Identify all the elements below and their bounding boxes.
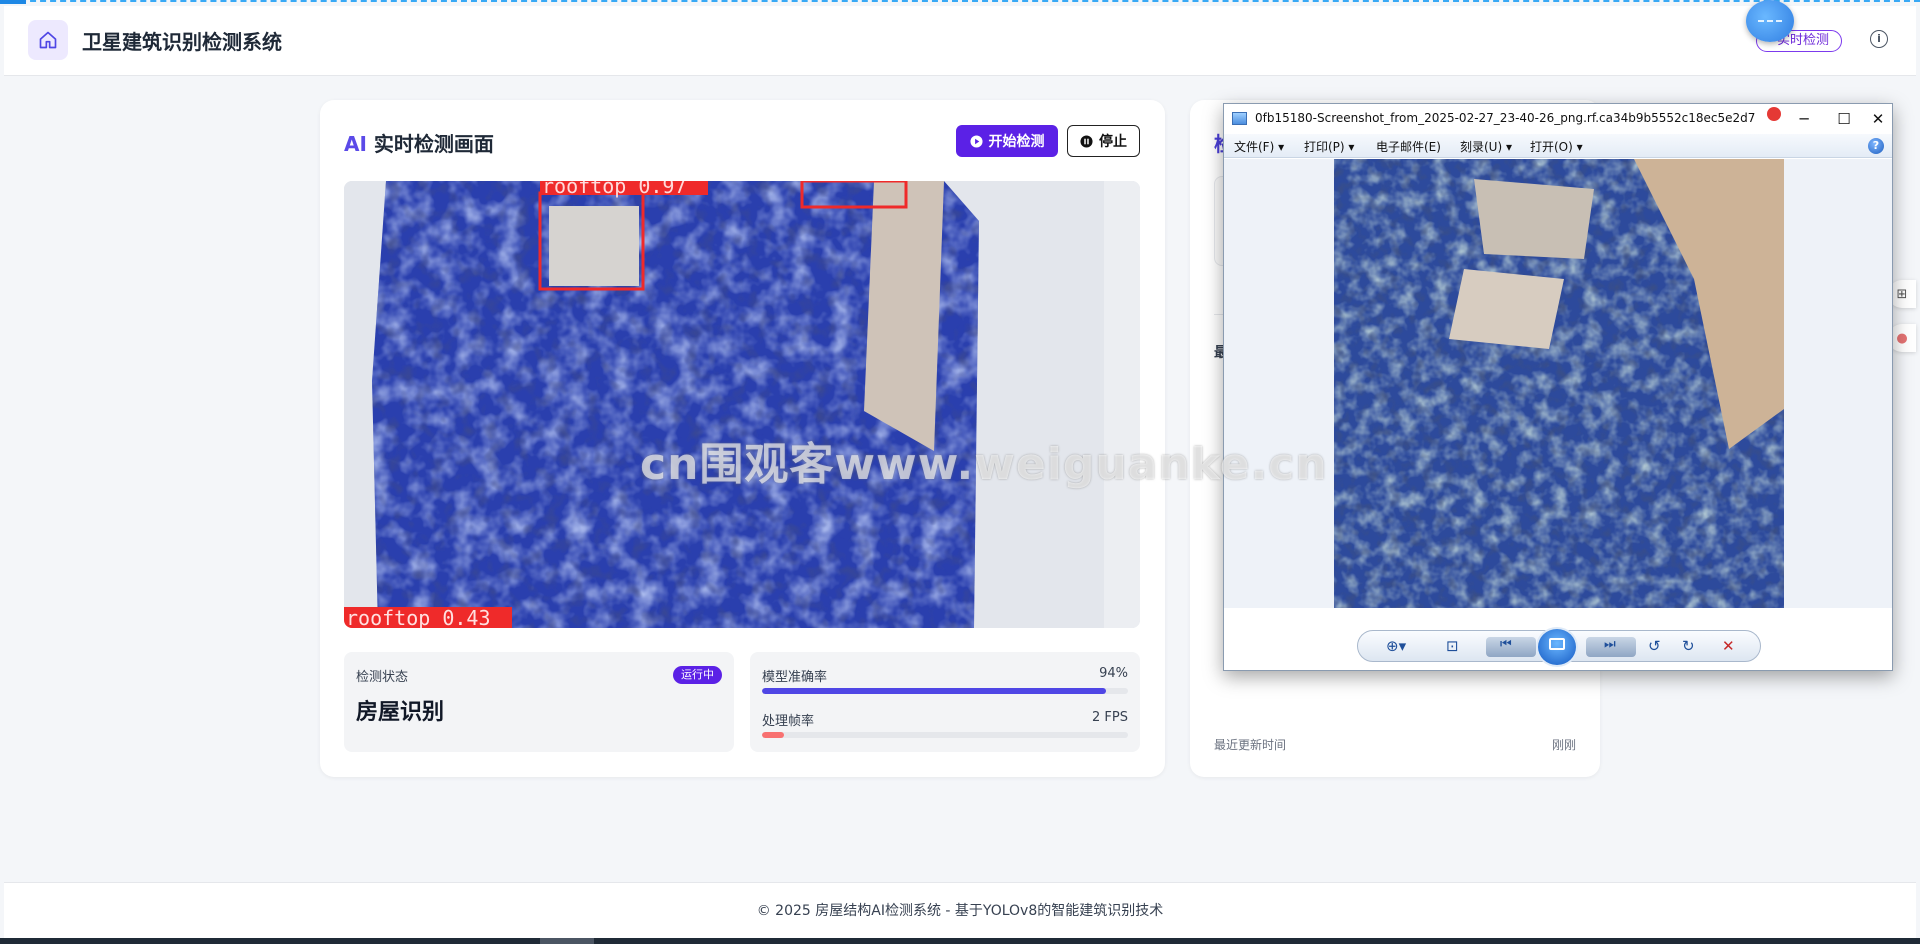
- menu-email-label: 电子邮件(E): [1376, 140, 1441, 154]
- top-dashed-border: [0, 0, 1920, 4]
- title-ai-prefix: AI: [344, 132, 367, 156]
- menu-open[interactable]: 打开(O) ▾: [1530, 138, 1583, 155]
- accuracy-bar-track: [762, 688, 1128, 694]
- metric-fps: 处理帧率 2 FPS: [762, 710, 1128, 738]
- zoom-icon[interactable]: ⊕▾: [1386, 635, 1406, 657]
- page-footer: © 2025 房屋结构AI检测系统 - 基于YOLOv8的智能建筑识别技术: [4, 882, 1916, 938]
- previous-button[interactable]: ⏮: [1486, 637, 1536, 657]
- start-detection-button[interactable]: 开始检测: [956, 125, 1058, 157]
- viewer-title: 0fb15180-Screenshot_from_2025-02-27_23-4…: [1255, 111, 1755, 125]
- photo-viewer-window[interactable]: 0fb15180-Screenshot_from_2025-02-27_23-4…: [1223, 103, 1893, 671]
- next-icon: ⏭: [1604, 637, 1616, 652]
- last-updated-value: 刚刚: [1551, 738, 1576, 752]
- detection-label-1: rooftop 0.97: [542, 181, 687, 198]
- minimize-icon[interactable]: ─: [1784, 108, 1824, 130]
- app-header: 卫星建筑识别检测系统 实时检测 i: [4, 6, 1916, 76]
- help-icon[interactable]: ?: [1868, 138, 1884, 154]
- metric-accuracy-label: 模型准确率: [762, 670, 828, 685]
- metric-accuracy: 模型准确率 94%: [762, 666, 1128, 694]
- fps-bar-track: [762, 732, 1128, 738]
- metric-accuracy-value: 94%: [1099, 666, 1128, 681]
- title-text: 实时检测画面: [366, 132, 494, 156]
- play-circle-icon: [969, 134, 983, 148]
- menu-file-label: 文件(F): [1234, 140, 1275, 154]
- accuracy-bar-fill: [762, 688, 1107, 694]
- menu-open-label: 打开(O): [1530, 140, 1573, 154]
- stop-label: 停止: [1099, 134, 1127, 150]
- status-value: 房屋识别: [356, 700, 445, 725]
- metrics-panel: 模型准确率 94% 处理帧率 2 FPS: [750, 652, 1140, 752]
- taskbar-active-segment: [540, 938, 594, 944]
- status-badge: 运行中: [673, 666, 722, 684]
- watermark-text: cn围观客www.weiguanke.cn: [640, 439, 1328, 490]
- stop-button[interactable]: 停止: [1067, 125, 1140, 157]
- top-progress-strip: [0, 0, 26, 4]
- detection-card-title: AI 实时检测画面: [344, 128, 494, 157]
- menu-file[interactable]: 文件(F) ▾: [1234, 138, 1284, 155]
- start-detection-label: 开始检测: [988, 134, 1045, 150]
- satellite-frame: rooftop 0.97 rooftop 0.43: [344, 181, 1140, 628]
- photo-viewer-app-icon: [1232, 112, 1247, 125]
- notification-bell-icon[interactable]: [1767, 107, 1781, 121]
- floating-assistant-ball[interactable]: [1746, 0, 1794, 42]
- previous-icon: ⏮: [1500, 637, 1512, 652]
- viewer-titlebar[interactable]: 0fb15180-Screenshot_from_2025-02-27_23-4…: [1224, 104, 1892, 134]
- rotate-right-icon[interactable]: ↻: [1682, 635, 1695, 657]
- slideshow-icon: [1549, 638, 1565, 650]
- detection-label-2: rooftop 0.43: [346, 606, 491, 628]
- menu-burn[interactable]: 刻录(U) ▾: [1460, 138, 1512, 155]
- detection-status-panel: 检测状态 运行中 房屋识别: [344, 652, 734, 752]
- fps-bar-fill: [762, 732, 784, 738]
- viewer-stage: [1224, 159, 1892, 608]
- detection-video-frame: rooftop 0.97 rooftop 0.43: [344, 181, 1140, 628]
- menu-print[interactable]: 打印(P) ▾: [1304, 138, 1354, 155]
- metric-fps-label: 处理帧率: [762, 714, 815, 729]
- pause-circle-icon: [1080, 134, 1093, 148]
- next-button[interactable]: ⏭: [1586, 637, 1636, 657]
- last-updated-label: 最近更新时间: [1214, 738, 1287, 752]
- app-title: 卫星建筑识别检测系统: [82, 30, 282, 54]
- menu-print-label: 打印(P): [1304, 140, 1345, 154]
- viewer-menubar: 文件(F) ▾ 打印(P) ▾ 电子邮件(E) 刻录(U) ▾ 打开(O) ▾ …: [1224, 134, 1892, 158]
- status-label: 检测状态: [356, 670, 409, 685]
- avatar-icon: ●: [1896, 330, 1908, 346]
- close-icon[interactable]: ✕: [1858, 108, 1898, 130]
- menu-burn-label: 刻录(U): [1460, 140, 1503, 154]
- metric-fps-value: 2 FPS: [1092, 710, 1128, 725]
- translate-icon: ⊞: [1896, 286, 1908, 302]
- viewer-toolbar: ⊕▾ ⊡ ⏮ ⏭ ↺ ↻ ✕: [1357, 627, 1761, 667]
- delete-icon[interactable]: ✕: [1722, 635, 1735, 657]
- rotate-left-icon[interactable]: ↺: [1648, 635, 1661, 657]
- home-icon: [39, 31, 57, 49]
- slideshow-button[interactable]: [1536, 627, 1578, 667]
- home-button[interactable]: [28, 20, 68, 60]
- taskbar-strip: [0, 938, 1920, 944]
- viewer-photo: [1334, 159, 1784, 608]
- actual-size-icon[interactable]: ⊡: [1446, 635, 1459, 657]
- satellite-photo: [1334, 159, 1784, 608]
- menu-email[interactable]: 电子邮件(E): [1376, 138, 1441, 155]
- info-icon[interactable]: i: [1870, 30, 1888, 48]
